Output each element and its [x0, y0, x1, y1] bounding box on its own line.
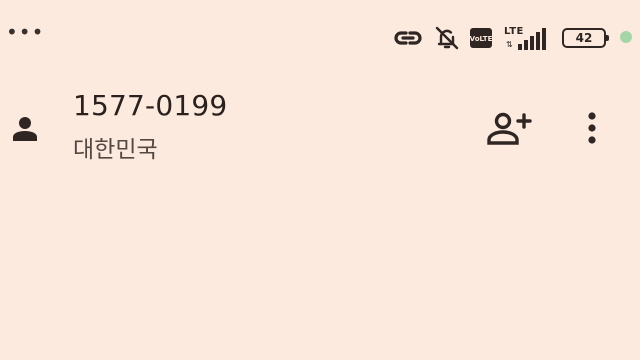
country-label: 대한민국	[73, 137, 158, 163]
bell-off-icon	[434, 25, 460, 51]
status-icons: Vo LTE LTE ⇅ 42	[392, 20, 609, 56]
phone-number: 1577-0199	[73, 89, 228, 122]
volte-icon: Vo LTE	[470, 28, 492, 48]
contact-header: 1577-0199 대한민국	[0, 80, 640, 180]
add-contact-icon	[486, 111, 532, 145]
more-vert-icon	[587, 111, 597, 145]
battery-icon: 42	[562, 28, 609, 48]
status-bar: ••• Vo LTE LTE ⇅ 42	[0, 0, 640, 72]
signal-bars	[518, 28, 546, 50]
link-icon	[392, 27, 424, 49]
more-options-button[interactable]	[574, 104, 610, 152]
notification-overflow-dots: •••	[6, 20, 45, 44]
lte-signal-icon: LTE ⇅	[502, 24, 552, 52]
person-icon	[11, 114, 39, 142]
data-activity-arrows: ⇅	[506, 40, 513, 49]
privacy-indicator-dot	[620, 31, 632, 43]
battery-level: 42	[575, 31, 593, 45]
add-contact-button[interactable]	[484, 108, 534, 148]
